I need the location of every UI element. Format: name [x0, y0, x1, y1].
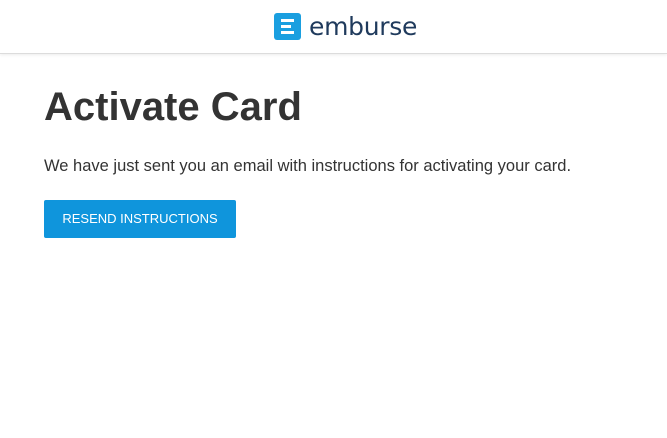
emburse-logo[interactable]: emburse — [274, 12, 417, 41]
logo-wordmark: emburse — [309, 12, 418, 41]
top-header: emburse — [0, 0, 667, 54]
page-title: Activate Card — [44, 85, 302, 129]
instructions-message: We have just sent you an email with inst… — [44, 157, 572, 175]
resend-instructions-button[interactable]: RESEND INSTRUCTIONS — [44, 200, 236, 238]
emburse-e-logo-icon — [274, 13, 301, 40]
